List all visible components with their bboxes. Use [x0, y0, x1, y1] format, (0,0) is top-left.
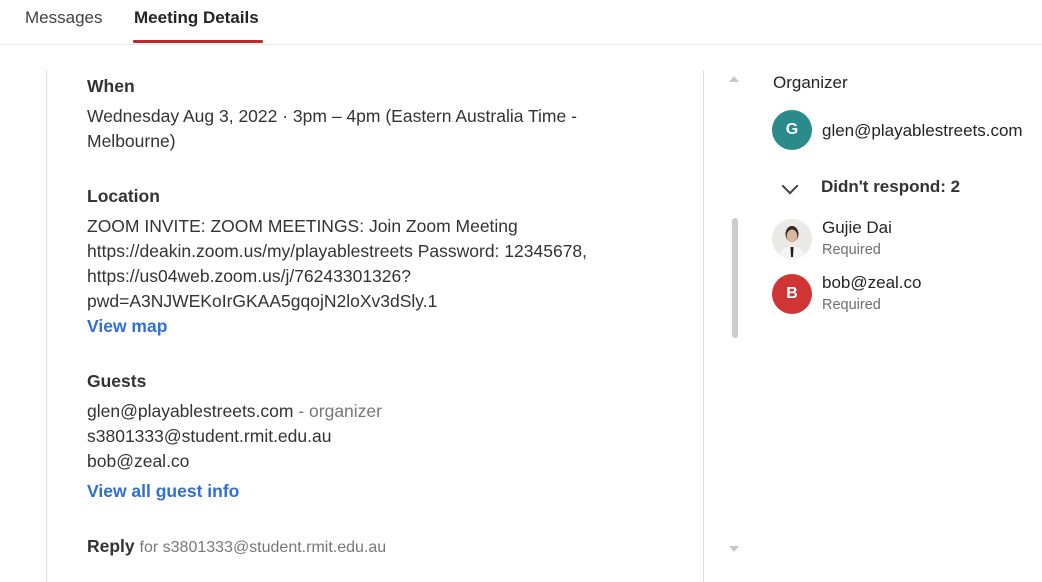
- attendee-avatar: B: [772, 274, 812, 314]
- tab-messages[interactable]: Messages: [25, 0, 102, 45]
- guest-organizer-tag: - organizer: [293, 401, 382, 421]
- guest-item: bob@zeal.co: [87, 449, 647, 474]
- guest-email: bob@zeal.co: [87, 451, 190, 471]
- guest-item: glen@playablestreets.com - organizer: [87, 399, 647, 424]
- guest-email: s3801333@student.rmit.edu.au: [87, 426, 332, 446]
- organizer-email: glen@playablestreets.com: [822, 121, 1023, 140]
- location-line-1: ZOOM INVITE: ZOOM MEETINGS: Join Zoom Me…: [87, 216, 518, 236]
- guests-heading: Guests: [87, 371, 147, 391]
- content-left-border: [46, 70, 47, 582]
- guest-email: glen@playablestreets.com: [87, 401, 294, 421]
- organizer-avatar: G: [772, 110, 812, 150]
- when-line-1: Wednesday Aug 3, 2022 · 3pm – 4pm (Easte…: [87, 106, 577, 126]
- chevron-down-icon[interactable]: [781, 177, 799, 195]
- reply-for-text: for s3801333@student.rmit.edu.au: [139, 539, 387, 556]
- guest-item: s3801333@student.rmit.edu.au: [87, 424, 647, 449]
- reply-label: Reply: [87, 536, 135, 556]
- location-heading: Location: [87, 186, 160, 206]
- active-tab-indicator: [133, 40, 263, 43]
- view-map-link[interactable]: View map: [87, 316, 167, 337]
- attendee-role: Required: [822, 242, 881, 258]
- view-all-guest-info-link[interactable]: View all guest info: [87, 481, 239, 502]
- location-line-2: https://deakin.zoom.us/my/playablestreet…: [87, 241, 587, 261]
- organizer-heading: Organizer: [773, 73, 848, 92]
- when-line-2: Melbourne): [87, 131, 176, 151]
- scroll-up-arrow-icon[interactable]: [729, 76, 739, 82]
- location-line-4: pwd=A3NJWEKoIrGKAA5gqojN2loXv3dSly.1: [87, 291, 438, 311]
- didnt-respond-group-toggle[interactable]: Didn't respond: 2: [821, 177, 960, 197]
- attendee-name: Gujie Dai: [822, 218, 892, 237]
- scrollbar-thumb[interactable]: [732, 218, 738, 338]
- tab-bar: Messages Meeting Details: [0, 0, 1042, 45]
- reply-heading: Reply for s3801333@student.rmit.edu.au: [87, 536, 386, 557]
- attendee-name: bob@zeal.co: [822, 273, 922, 292]
- scroll-down-arrow-icon[interactable]: [729, 546, 739, 552]
- location-line-3: https://us04web.zoom.us/j/76243301326?: [87, 266, 411, 286]
- pane-divider: [703, 70, 704, 582]
- tab-meeting-details[interactable]: Meeting Details: [134, 0, 259, 45]
- attendee-role: Required: [822, 297, 881, 313]
- when-heading: When: [87, 76, 135, 96]
- avatar-photo: [772, 219, 812, 259]
